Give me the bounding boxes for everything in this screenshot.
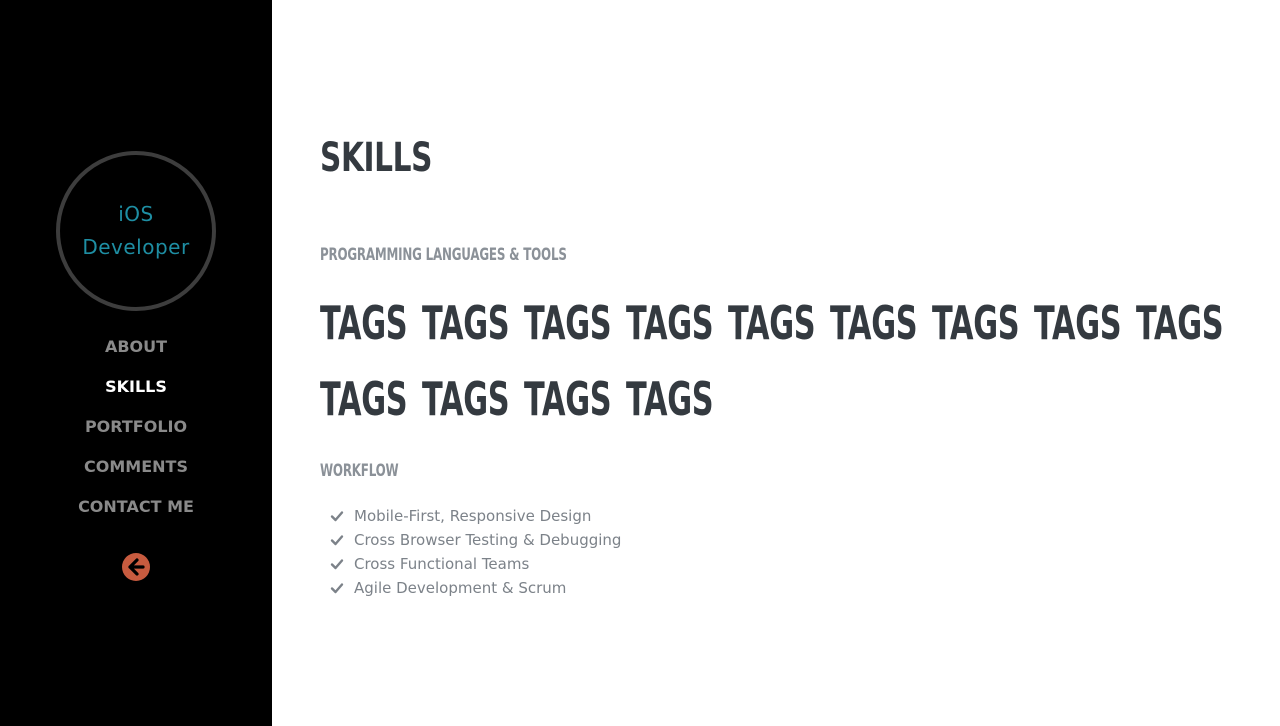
workflow-item-label: Mobile-First, Responsive Design (354, 507, 592, 525)
list-item: Cross Functional Teams (330, 552, 621, 576)
arrow-left-icon (128, 558, 145, 576)
nav-item-skills[interactable]: SKILLS (0, 367, 272, 407)
tag-cloud: TAGS TAGS TAGS TAGS TAGS TAGS TAGS TAGS … (320, 290, 1240, 442)
tag[interactable]: TAGS (728, 290, 830, 366)
page-title: SKILLS (320, 135, 433, 181)
tag[interactable]: TAGS (320, 366, 422, 442)
list-item: Mobile-First, Responsive Design (330, 504, 621, 528)
sidebar: iOS Developer ABOUT SKILLS PORTFOLIO COM… (0, 0, 272, 726)
checkmark-icon (330, 535, 344, 546)
tag[interactable]: TAGS (524, 366, 626, 442)
back-button[interactable] (122, 553, 150, 581)
nav-item-portfolio[interactable]: PORTFOLIO (0, 407, 272, 447)
tag[interactable]: TAGS (1136, 290, 1238, 366)
tag[interactable]: TAGS (830, 290, 932, 366)
tag[interactable]: TAGS (932, 290, 1034, 366)
tag[interactable]: TAGS (320, 290, 422, 366)
avatar-line-2: Developer (82, 235, 190, 259)
checkmark-icon (330, 511, 344, 522)
workflow-item-label: Cross Browser Testing & Debugging (354, 531, 622, 549)
nav-item-about[interactable]: ABOUT (0, 327, 272, 367)
list-item: Agile Development & Scrum (330, 576, 621, 600)
avatar-line-1: iOS (118, 202, 154, 226)
tag[interactable]: TAGS (422, 366, 524, 442)
nav-item-contact-me[interactable]: CONTACT ME (0, 487, 272, 527)
sidebar-nav: ABOUT SKILLS PORTFOLIO COMMENTS CONTACT … (0, 327, 272, 527)
tag[interactable]: TAGS (1034, 290, 1136, 366)
tools-heading: PROGRAMMING LANGUAGES & TOOLS (320, 245, 567, 265)
list-item: Cross Browser Testing & Debugging (330, 528, 621, 552)
checkmark-icon (330, 583, 344, 594)
tag[interactable]: TAGS (422, 290, 524, 366)
tag[interactable]: TAGS (524, 290, 626, 366)
avatar: iOS Developer (56, 151, 216, 311)
workflow-item-label: Agile Development & Scrum (354, 579, 567, 597)
nav-item-comments[interactable]: COMMENTS (0, 447, 272, 487)
tag[interactable]: TAGS (626, 366, 728, 442)
tag[interactable]: TAGS (626, 290, 728, 366)
workflow-item-label: Cross Functional Teams (354, 555, 530, 573)
checkmark-icon (330, 559, 344, 570)
workflow-heading: WORKFLOW (320, 461, 399, 481)
workflow-list: Mobile-First, Responsive Design Cross Br… (330, 504, 621, 600)
